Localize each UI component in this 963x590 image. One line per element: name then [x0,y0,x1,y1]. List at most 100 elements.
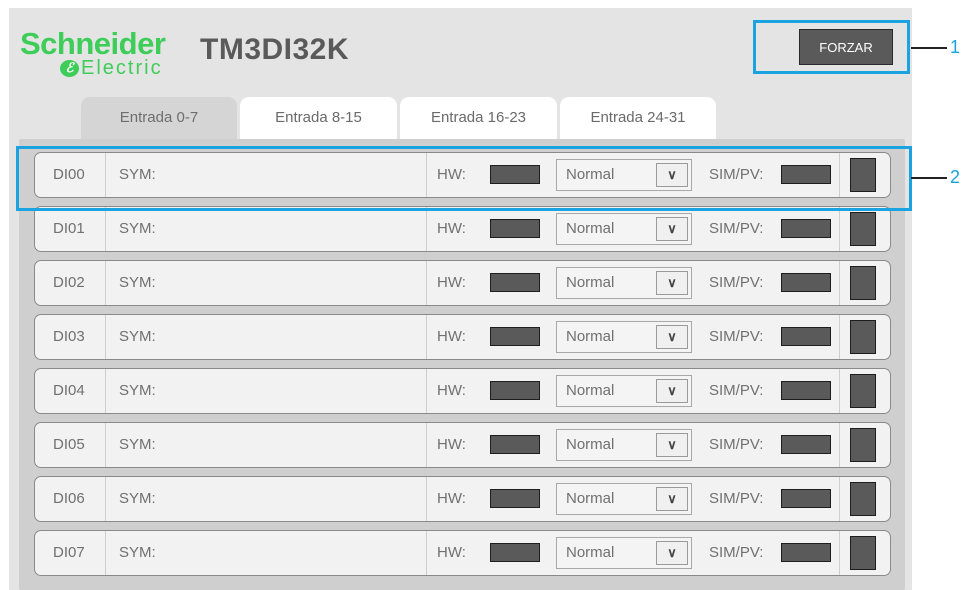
sim-pv-indicator [781,165,831,184]
symbol-label: SYM: [119,328,156,345]
divider [839,261,840,305]
divider [105,477,106,521]
symbol-label: SYM: [119,436,156,453]
life-is-on-icon: ℰ [60,59,79,77]
input-id: DI05 [53,436,85,453]
hw-state-indicator [490,165,540,184]
symbol-label: SYM: [119,382,156,399]
mode-select[interactable]: Normal ∨ [556,375,692,407]
force-toggle[interactable] [850,374,876,408]
mode-select[interactable]: Normal ∨ [556,537,692,569]
divider [426,261,427,305]
force-toggle[interactable] [850,536,876,570]
divider [839,531,840,575]
tab-entrada-16-23[interactable]: Entrada 16-23 [400,97,557,139]
callout-2-leader [911,177,947,179]
divider [426,207,427,251]
input-row: DI06 SYM: HW: Normal ∨ SIM/PV: [34,476,891,522]
sim-pv-indicator [781,543,831,562]
mode-select[interactable]: Normal ∨ [556,429,692,461]
divider [839,315,840,359]
module-title: TM3DI32K [200,33,350,66]
input-tabs: Entrada 0-7 Entrada 8-15 Entrada 16-23 E… [81,97,719,139]
hw-label: HW: [437,436,466,453]
mode-value: Normal [566,220,615,237]
callout-1-number: 1 [950,37,961,57]
chevron-down-icon[interactable]: ∨ [656,541,688,565]
force-toggle[interactable] [850,212,876,246]
chevron-down-icon[interactable]: ∨ [656,163,688,187]
hw-label: HW: [437,328,466,345]
tab-entrada-0-7[interactable]: Entrada 0-7 [81,97,237,139]
input-row: DI01 SYM: HW: Normal ∨ SIM/PV: [34,206,891,252]
brand-sub: Electric [81,57,163,79]
chevron-down-icon[interactable]: ∨ [656,487,688,511]
input-rows: DI00 SYM: HW: Normal ∨ SIM/PV: DI01 SYM:… [19,139,905,590]
hw-label: HW: [437,220,466,237]
divider [839,477,840,521]
force-button[interactable]: FORZAR [799,29,893,65]
chevron-down-icon[interactable]: ∨ [656,271,688,295]
mode-select[interactable]: Normal ∨ [556,159,692,191]
force-toggle[interactable] [850,482,876,516]
divider [105,531,106,575]
sim-pv-indicator [781,381,831,400]
divider [839,423,840,467]
hw-state-indicator [490,543,540,562]
input-id: DI06 [53,490,85,507]
divider [105,423,106,467]
force-toggle[interactable] [850,320,876,354]
symbol-label: SYM: [119,220,156,237]
symbol-label: SYM: [119,544,156,561]
input-row: DI07 SYM: HW: Normal ∨ SIM/PV: [34,530,891,576]
hw-state-indicator [490,489,540,508]
divider [426,369,427,413]
chevron-down-icon[interactable]: ∨ [656,325,688,349]
sim-pv-indicator [781,435,831,454]
divider [839,153,840,197]
mode-value: Normal [566,328,615,345]
sim-pv-indicator [781,489,831,508]
sim-pv-label: SIM/PV: [709,436,764,453]
tab-entrada-8-15[interactable]: Entrada 8-15 [240,97,397,139]
sim-pv-label: SIM/PV: [709,490,764,507]
mode-value: Normal [566,382,615,399]
force-toggle[interactable] [850,158,876,192]
mode-value: Normal [566,490,615,507]
mode-value: Normal [566,274,615,291]
force-toggle[interactable] [850,428,876,462]
mode-select[interactable]: Normal ∨ [556,213,692,245]
sim-pv-label: SIM/PV: [709,544,764,561]
divider [105,315,106,359]
divider [105,207,106,251]
schneider-logo: Schneider ℰ Electric [20,28,190,88]
input-row: DI02 SYM: HW: Normal ∨ SIM/PV: [34,260,891,306]
mode-select[interactable]: Normal ∨ [556,321,692,353]
sim-pv-label: SIM/PV: [709,166,764,183]
tab-entrada-24-31[interactable]: Entrada 24-31 [560,97,716,139]
input-row: DI03 SYM: HW: Normal ∨ SIM/PV: [34,314,891,360]
divider [105,369,106,413]
chevron-down-icon[interactable]: ∨ [656,217,688,241]
input-row: DI00 SYM: HW: Normal ∨ SIM/PV: [34,152,891,198]
hw-state-indicator [490,381,540,400]
divider [426,315,427,359]
input-id: DI02 [53,274,85,291]
brand-name: Schneider [20,26,166,61]
hw-state-indicator [490,435,540,454]
mode-select[interactable]: Normal ∨ [556,267,692,299]
hw-label: HW: [437,274,466,291]
chevron-down-icon[interactable]: ∨ [656,433,688,457]
input-id: DI07 [53,544,85,561]
hw-state-indicator [490,327,540,346]
mode-value: Normal [566,544,615,561]
force-toggle[interactable] [850,266,876,300]
mode-select[interactable]: Normal ∨ [556,483,692,515]
sim-pv-indicator [781,327,831,346]
hw-label: HW: [437,490,466,507]
mode-value: Normal [566,436,615,453]
input-id: DI04 [53,382,85,399]
mode-value: Normal [566,166,615,183]
chevron-down-icon[interactable]: ∨ [656,379,688,403]
callout-1-leader [911,47,947,49]
